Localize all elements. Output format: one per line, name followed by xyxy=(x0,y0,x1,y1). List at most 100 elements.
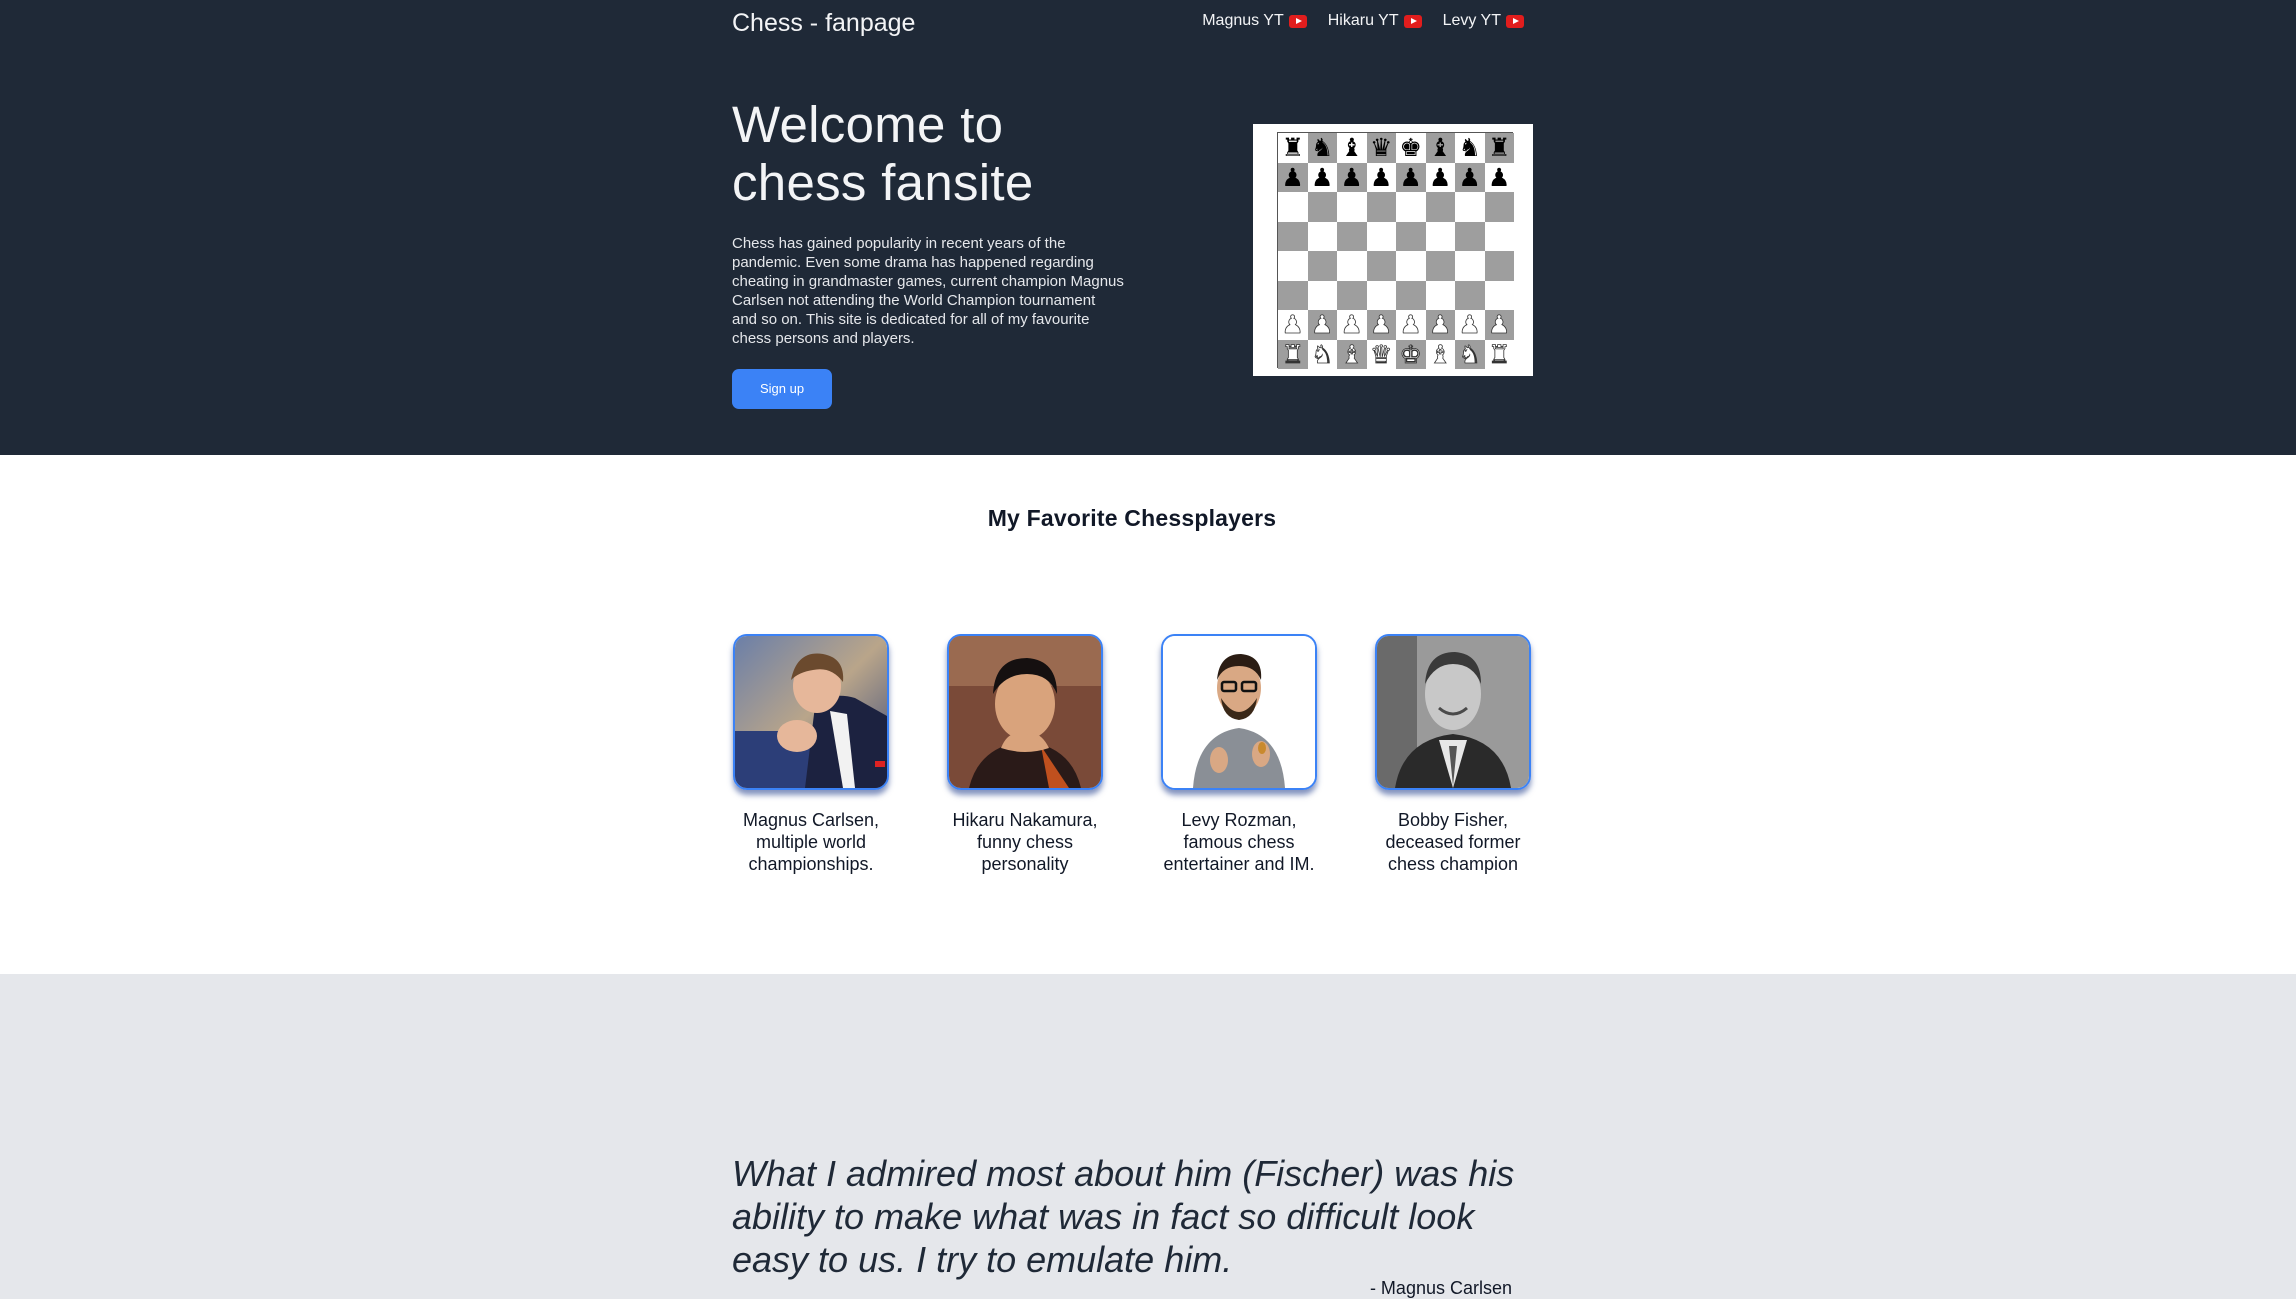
chess-piece-icon: ♟ xyxy=(1340,310,1363,340)
board-square: ♟ xyxy=(1425,310,1455,340)
board-square: ♟ xyxy=(1425,162,1455,192)
chess-piece-icon: ♜ xyxy=(1488,133,1511,163)
board-square: ♟ xyxy=(1455,162,1485,192)
nav-link-label: Levy YT xyxy=(1442,12,1501,29)
board-square xyxy=(1366,251,1396,281)
board-square xyxy=(1307,280,1337,310)
board-square: ♜ xyxy=(1484,339,1514,369)
hikaru-nakamura-photo xyxy=(947,634,1103,790)
board-square xyxy=(1425,280,1455,310)
chess-piece-icon: ♟ xyxy=(1458,310,1481,340)
chess-piece-icon: ♝ xyxy=(1340,133,1363,163)
chess-piece-icon: ♞ xyxy=(1311,133,1334,163)
youtube-icon xyxy=(1288,14,1307,28)
board-square xyxy=(1278,192,1308,222)
bobby-fischer-photo xyxy=(1375,634,1531,790)
chess-piece-icon: ♞ xyxy=(1311,339,1334,369)
board-square: ♟ xyxy=(1484,310,1514,340)
hero-title-line-2: chess fansite xyxy=(732,154,1034,211)
board-square: ♝ xyxy=(1425,339,1455,369)
chessboard-image: ♜ ♞ ♝ ♛ ♚ ♝ ♞ ♜ ♟ ♟ ♟ ♟ ♟ ♟ ♟ ♟ ♟ ♟ ♟ ♟ ♟ ♟ ♟ ♟ ♜ ♞ ♝ ♛ ♚ ♝ ♞ ♜ xyxy=(1253,124,1533,376)
board-square xyxy=(1278,251,1308,281)
sign-up-button[interactable]: Sign up xyxy=(732,369,832,409)
favorite-players-section: My Favorite Chessplayers Magnus Carlsen,… xyxy=(0,455,2296,974)
board-square xyxy=(1484,280,1514,310)
board-square: ♟ xyxy=(1396,162,1426,192)
chess-piece-icon: ♟ xyxy=(1370,310,1393,340)
nav-link-label: Magnus YT xyxy=(1202,12,1284,29)
board-square xyxy=(1484,221,1514,251)
chessboard: ♜ ♞ ♝ ♛ ♚ ♝ ♞ ♜ ♟ ♟ ♟ ♟ ♟ ♟ ♟ ♟ ♟ ♟ ♟ ♟ ♟ ♟ ♟ ♟ ♜ ♞ ♝ ♛ ♚ ♝ ♞ ♜ xyxy=(1277,132,1514,369)
board-square: ♝ xyxy=(1425,133,1455,163)
chess-piece-icon: ♛ xyxy=(1370,339,1393,369)
chess-piece-icon: ♟ xyxy=(1429,310,1452,340)
board-square: ♜ xyxy=(1278,133,1308,163)
board-square xyxy=(1425,221,1455,251)
quote-author: - Magnus Carlsen xyxy=(1369,1278,1512,1298)
chess-piece-icon: ♟ xyxy=(1281,162,1304,192)
board-square: ♛ xyxy=(1366,339,1396,369)
board-square: ♟ xyxy=(1278,162,1308,192)
nav-link-label: Hikaru YT xyxy=(1327,12,1399,29)
chess-piece-icon: ♝ xyxy=(1429,339,1452,369)
magnus-carlsen-photo xyxy=(733,634,889,790)
youtube-icon xyxy=(1506,14,1524,28)
board-square: ♟ xyxy=(1366,310,1396,340)
youtube-icon xyxy=(1403,14,1422,28)
board-square xyxy=(1337,221,1367,251)
chess-piece-icon: ♟ xyxy=(1370,162,1393,192)
board-square: ♝ xyxy=(1337,339,1367,369)
board-square xyxy=(1484,251,1514,281)
quote-section: What I admired most about him (Fischer) … xyxy=(0,974,2296,1299)
board-square: ♟ xyxy=(1307,162,1337,192)
board-square: ♞ xyxy=(1455,339,1485,369)
board-square xyxy=(1337,192,1367,222)
chess-piece-icon: ♞ xyxy=(1458,133,1481,163)
board-square: ♞ xyxy=(1307,339,1337,369)
nav-link-hikaru-yt[interactable]: Hikaru YT xyxy=(1328,12,1422,30)
top-nav: Chess - fanpage Magnus YT Hikaru YT Levy… xyxy=(732,0,1532,48)
chess-piece-icon: ♟ xyxy=(1488,162,1511,192)
chess-piece-icon: ♜ xyxy=(1488,339,1511,369)
chess-piece-icon: ♟ xyxy=(1399,162,1422,192)
chess-piece-icon: ♟ xyxy=(1340,162,1363,192)
chess-piece-icon: ♚ xyxy=(1399,339,1422,369)
board-square: ♟ xyxy=(1337,310,1367,340)
quote-text: What I admired most about him (Fischer) … xyxy=(732,1153,1515,1280)
player-caption: Magnus Carlsen, multiple world champions… xyxy=(742,810,880,874)
board-square: ♚ xyxy=(1396,339,1426,369)
board-square xyxy=(1455,192,1485,222)
board-square: ♜ xyxy=(1278,339,1308,369)
board-square xyxy=(1307,251,1337,281)
board-square xyxy=(1396,251,1426,281)
board-square xyxy=(1396,280,1426,310)
site-brand[interactable]: Chess - fanpage xyxy=(732,0,915,47)
chess-piece-icon: ♟ xyxy=(1458,162,1481,192)
board-square: ♟ xyxy=(1455,310,1485,340)
nav-link-magnus-yt[interactable]: Magnus YT xyxy=(1202,12,1307,30)
board-square: ♛ xyxy=(1366,133,1396,163)
board-square: ♚ xyxy=(1396,133,1426,163)
hero-description: Chess has gained popularity in recent ye… xyxy=(732,235,1124,347)
board-square xyxy=(1425,192,1455,222)
board-square xyxy=(1425,251,1455,281)
chess-piece-icon: ♚ xyxy=(1399,133,1422,163)
board-square: ♟ xyxy=(1278,310,1308,340)
board-square: ♜ xyxy=(1484,133,1514,163)
board-square: ♟ xyxy=(1366,162,1396,192)
board-square xyxy=(1278,280,1308,310)
player-card-magnus: Magnus Carlsen, multiple world champions… xyxy=(732,634,890,875)
hero-section: Chess - fanpage Magnus YT Hikaru YT Levy… xyxy=(0,0,2296,455)
board-square: ♟ xyxy=(1307,310,1337,340)
chess-piece-icon: ♟ xyxy=(1311,162,1334,192)
nav-link-levy-yt[interactable]: Levy YT xyxy=(1443,12,1524,30)
board-square: ♟ xyxy=(1337,162,1367,192)
board-square xyxy=(1455,280,1485,310)
player-card-levy: Levy Rozman, famous chess entertainer an… xyxy=(1160,634,1318,875)
player-card-hikaru: Hikaru Nakamura, funny chess personality xyxy=(946,634,1104,875)
board-square xyxy=(1396,221,1426,251)
chess-piece-icon: ♜ xyxy=(1281,339,1304,369)
board-square: ♝ xyxy=(1337,133,1367,163)
hero-title: Welcome to chess fansite xyxy=(732,96,1132,212)
board-square: ♞ xyxy=(1307,133,1337,163)
